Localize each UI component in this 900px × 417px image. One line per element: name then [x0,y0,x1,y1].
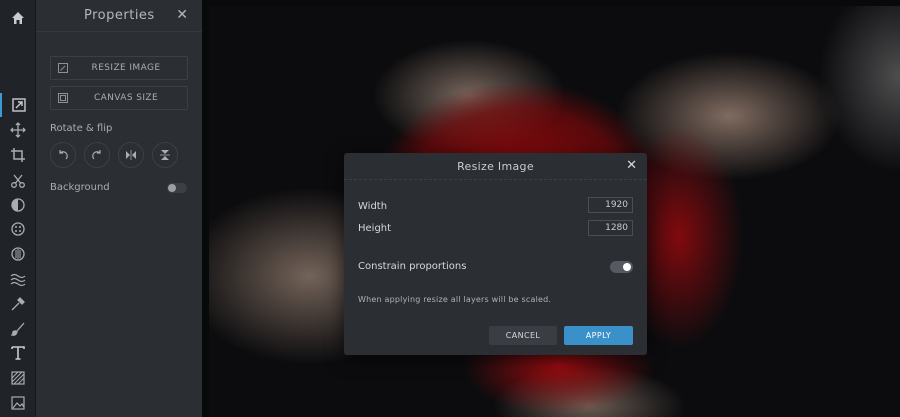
crop-icon [11,148,25,162]
constrain-proportions-toggle[interactable] [610,261,633,273]
tool-cut[interactable] [0,169,36,193]
background-label: Background [50,182,110,193]
flip-vertical-button[interactable] [152,142,178,168]
flip-horizontal-icon [126,150,136,160]
brush-icon [10,322,25,336]
tool-resize[interactable] [0,93,36,117]
home-icon [12,12,24,24]
tool-brush[interactable] [0,317,36,341]
background-toggle-knob [168,184,176,192]
tool-pattern[interactable] [0,366,36,390]
rotate-flip-label: Rotate & flip [50,123,113,134]
tool-text[interactable] [0,341,36,365]
height-label: Height [358,223,392,234]
canvas-size-button[interactable]: CANVAS SIZE [50,86,188,110]
rotate-right-icon [92,150,101,160]
filter-icon [11,247,25,261]
resize-icon [12,98,26,112]
waves-icon [10,273,26,287]
resize-image-icon [51,63,75,73]
image-icon [11,396,25,410]
pattern-icon [11,371,25,385]
rotate-right-button[interactable] [84,142,110,168]
tool-adjust[interactable] [0,193,36,217]
cut-icon [11,174,25,188]
panel-header: Properties ✕ [36,0,202,32]
home-button[interactable] [0,6,36,30]
tool-crop[interactable] [0,143,36,167]
flip-vertical-icon [160,150,170,160]
apply-button[interactable]: APPLY [564,326,633,345]
move-icon [10,122,26,138]
width-label: Width [358,201,388,212]
resize-image-label: RESIZE IMAGE [91,63,161,73]
rotate-left-icon [59,150,68,160]
text-icon [11,346,25,360]
panel-close-icon[interactable]: ✕ [176,8,188,22]
tool-effects[interactable] [0,217,36,241]
cancel-button[interactable]: CANCEL [489,326,557,345]
rotate-left-button[interactable] [50,142,76,168]
properties-panel: Properties ✕ RESIZE IMAGE CANVAS SIZE Ro… [36,0,202,417]
dialog-title: Resize Image [457,160,534,173]
width-input[interactable] [588,197,633,213]
constrain-toggle-knob [623,263,631,271]
panel-title: Properties [84,8,155,23]
background-toggle[interactable] [167,183,187,193]
tool-waves[interactable] [0,267,36,291]
constrain-proportions-label: Constrain proportions [358,261,467,272]
flip-horizontal-button[interactable] [118,142,144,168]
resize-image-button[interactable]: RESIZE IMAGE [50,56,188,80]
effects-icon [11,222,25,236]
resize-note: When applying resize all layers will be … [358,295,552,304]
left-toolbar [0,0,36,417]
canvas-size-icon [51,93,75,103]
height-input[interactable] [588,220,633,236]
resize-image-dialog: Resize Image ✕ Width Height Constrain pr… [344,153,647,355]
tool-filter[interactable] [0,242,36,266]
tool-image[interactable] [0,391,36,415]
canvas-size-label: CANVAS SIZE [93,93,159,103]
dialog-close-icon[interactable]: ✕ [626,159,637,172]
adjust-icon [11,198,25,212]
tool-picker[interactable] [0,292,36,316]
tool-move[interactable] [0,118,36,142]
dialog-header: Resize Image ✕ [344,153,647,180]
picker-icon [11,297,25,311]
